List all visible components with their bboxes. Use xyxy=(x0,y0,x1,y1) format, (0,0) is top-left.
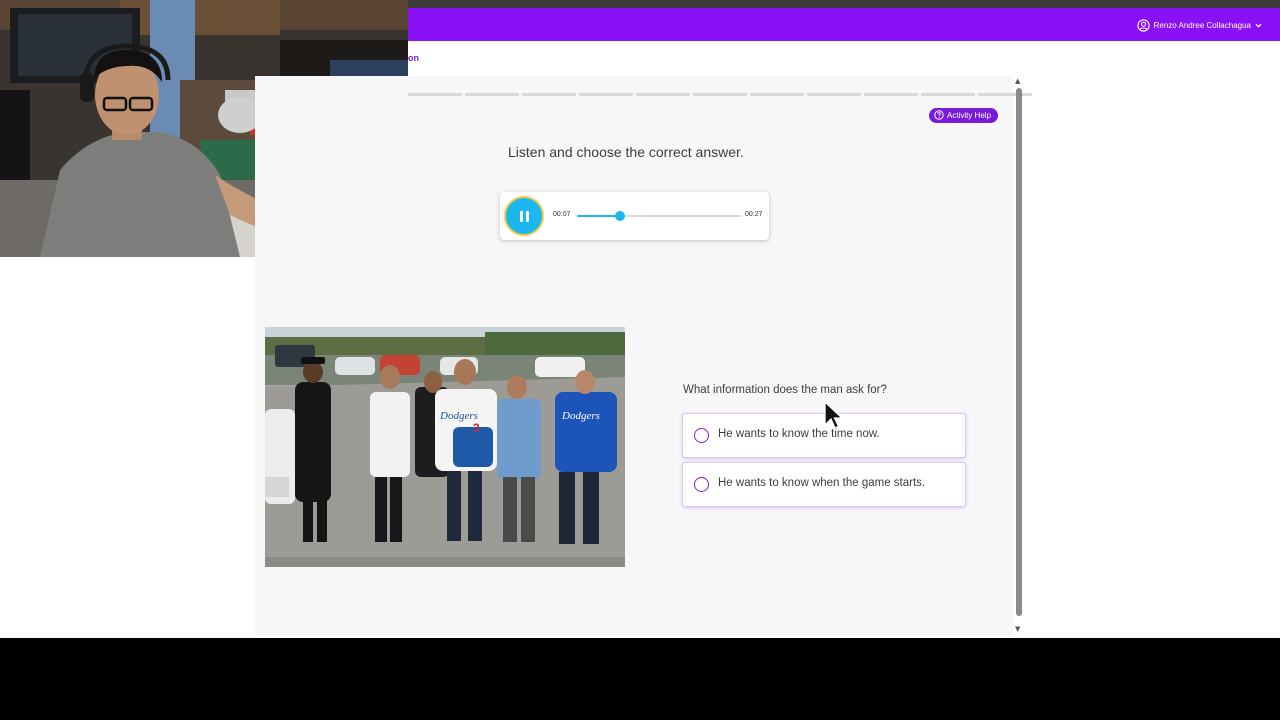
progress-segment xyxy=(408,93,462,96)
vertical-scrollbar[interactable]: ▲ ▼ xyxy=(1014,76,1024,636)
breadcrumb-fragment[interactable]: on xyxy=(408,53,419,63)
scroll-down-arrow-icon[interactable]: ▼ xyxy=(1015,626,1020,633)
question-circle-icon xyxy=(934,109,944,122)
progress-segment xyxy=(693,93,747,96)
answer-option[interactable]: He wants to know when the game starts. xyxy=(682,462,966,507)
mouse-pointer-icon xyxy=(823,400,845,435)
user-circle-icon xyxy=(1136,18,1150,32)
scrollbar-thumb[interactable] xyxy=(1016,88,1022,616)
progress-segment xyxy=(921,93,975,96)
progress-segment xyxy=(522,93,576,96)
progress-segment xyxy=(579,93,633,96)
audio-duration: 00:27 xyxy=(745,211,763,218)
progress-segment xyxy=(465,93,519,96)
svg-text:3: 3 xyxy=(473,421,480,435)
window-top-strip xyxy=(408,0,1280,8)
answer-option-label: He wants to know when the game starts. xyxy=(718,477,926,489)
audio-current-time: 00:07 xyxy=(553,211,571,218)
radio-button[interactable] xyxy=(694,477,709,492)
svg-text:Dodgers: Dodgers xyxy=(561,410,600,422)
screen-bottom-bar xyxy=(0,638,1280,720)
chevron-down-icon xyxy=(1255,22,1262,29)
activity-help-label: Activity Help xyxy=(947,111,992,120)
top-navigation-bar: Renzo Andree Collachagua xyxy=(408,8,1280,41)
activity-help-button[interactable]: Activity Help xyxy=(929,108,999,123)
user-menu[interactable]: Renzo Andree Collachagua xyxy=(1136,16,1262,34)
audio-seek-thumb[interactable] xyxy=(614,211,625,221)
audio-seek-bar[interactable] xyxy=(577,211,741,221)
activity-instruction: Listen and choose the correct answer. xyxy=(508,144,744,160)
progress-segment xyxy=(864,93,918,96)
pause-icon xyxy=(518,210,530,222)
audio-seek-progress xyxy=(577,215,620,217)
audio-player: 00:07 00:27 xyxy=(500,192,769,240)
progress-segment xyxy=(807,93,861,96)
activity-progress-bar xyxy=(408,93,1032,96)
scroll-up-arrow-icon[interactable]: ▲ xyxy=(1015,78,1020,85)
progress-segment xyxy=(750,93,804,96)
pause-button[interactable] xyxy=(504,196,544,236)
answer-option-label: He wants to know the time now. xyxy=(718,428,880,440)
question-text: What information does the man ask for? xyxy=(683,384,887,396)
progress-segment xyxy=(636,93,690,96)
user-name: Renzo Andree Collachagua xyxy=(1153,20,1251,30)
activity-photo: Dodgers 3 Dodgers xyxy=(265,327,625,567)
radio-button[interactable] xyxy=(694,428,709,443)
